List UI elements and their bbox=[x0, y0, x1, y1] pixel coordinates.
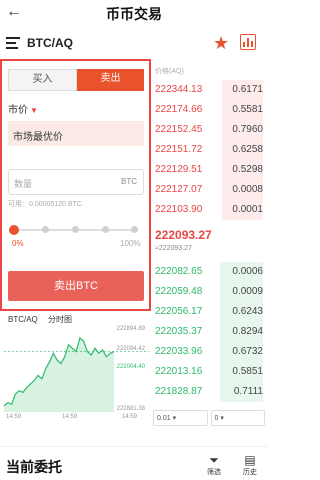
slider-step-100[interactable] bbox=[131, 226, 138, 233]
mini-price-chart[interactable]: BTC/AQ 分时图 222894.89 222094.42 222004.40… bbox=[4, 314, 149, 420]
x-axis-label: 14:59 bbox=[62, 414, 78, 420]
bid-quantity: 0.0006 bbox=[232, 266, 263, 277]
ask-quantity: 0.7960 bbox=[232, 124, 263, 135]
bid-row[interactable]: 222035.37 0.8294 bbox=[155, 322, 263, 342]
y-axis-label: 222881.38 bbox=[116, 406, 145, 412]
filter-label: 筛选 bbox=[207, 469, 221, 476]
bid-price: 222033.96 bbox=[155, 346, 203, 357]
percent-slider[interactable] bbox=[9, 225, 138, 235]
tab-buy[interactable]: 买入 bbox=[8, 69, 77, 91]
caret-down-icon: ▼ bbox=[30, 106, 38, 115]
mini-chart-pair: BTC/AQ bbox=[8, 315, 38, 324]
slider-step-75[interactable] bbox=[102, 226, 109, 233]
market-price-field: 市场最优价 bbox=[8, 121, 144, 146]
precision-select[interactable]: 0.01 ▾ bbox=[153, 410, 208, 426]
history-icon: ▤ bbox=[244, 453, 256, 467]
current-price-label: 222004.40 bbox=[116, 364, 145, 370]
top-bar: ← 币币交易 bbox=[0, 0, 268, 26]
ask-quantity: 0.5298 bbox=[232, 164, 263, 175]
ask-quantity: 0.5581 bbox=[232, 104, 263, 115]
buy-sell-tabs: 买入 卖出 bbox=[8, 69, 144, 91]
bid-row[interactable]: 222033.96 0.6732 bbox=[155, 342, 263, 362]
ask-price: 222174.66 bbox=[155, 104, 203, 115]
bid-price: 222059.48 bbox=[155, 286, 203, 297]
slider-step-50[interactable] bbox=[72, 226, 79, 233]
price-line-chart bbox=[4, 336, 149, 412]
slider-step-25[interactable] bbox=[42, 226, 49, 233]
ask-price: 222152.45 bbox=[155, 124, 203, 135]
star-icon[interactable]: ★ bbox=[213, 33, 229, 53]
bid-price: 222056.17 bbox=[155, 306, 203, 317]
ask-row[interactable]: 222151.72 0.6258 bbox=[155, 140, 263, 160]
quantity-input[interactable]: 数量 BTC bbox=[8, 169, 144, 195]
mini-chart-interval: 分时图 bbox=[48, 315, 73, 324]
ask-row[interactable]: 222127.07 0.0008 bbox=[155, 180, 263, 200]
ask-row[interactable]: 222344.13 0.6171 bbox=[155, 80, 263, 100]
price-type-selector[interactable]: 市价 ▼ bbox=[8, 101, 38, 116]
order-form: 买入 卖出 市价 ▼ 市场最优价 数量 BTC 可用：0.00005120 BTC… bbox=[0, 59, 151, 311]
ask-quantity: 0.6171 bbox=[232, 84, 263, 95]
footer-bar: 当前委托 ⏷ 筛选 ▤ 历史 bbox=[0, 446, 268, 480]
price-area-fill bbox=[4, 338, 114, 412]
open-orders-heading: 当前委托 bbox=[6, 459, 62, 475]
ask-quantity: 0.6258 bbox=[232, 144, 263, 155]
ask-price: 222129.51 bbox=[155, 164, 203, 175]
tab-sell[interactable]: 卖出 bbox=[77, 69, 144, 91]
depth-select[interactable]: 0 ▾ bbox=[210, 410, 265, 426]
page-title: 币币交易 bbox=[106, 6, 162, 22]
bid-row[interactable]: 222013.16 0.5851 bbox=[155, 362, 263, 382]
quantity-placeholder: 数量 bbox=[14, 179, 33, 189]
ask-row[interactable]: 222103.90 0.0001 bbox=[155, 200, 263, 220]
quantity-unit: BTC bbox=[121, 177, 137, 186]
ask-quantity: 0.0001 bbox=[232, 204, 263, 215]
filter-icon: ⏷ bbox=[209, 453, 219, 467]
filter-button[interactable]: ⏷ 筛选 bbox=[202, 453, 226, 477]
pair-bar: BTC/AQ ★ bbox=[0, 30, 268, 56]
last-price: 222093.27 bbox=[155, 228, 212, 242]
bid-price: 222013.16 bbox=[155, 366, 203, 377]
bid-quantity: 0.7111 bbox=[233, 386, 263, 397]
bid-price: 222082.65 bbox=[155, 266, 203, 277]
bid-price: 221828.87 bbox=[155, 386, 203, 397]
history-button[interactable]: ▤ 历史 bbox=[238, 453, 262, 477]
percent-min-label: 0% bbox=[12, 239, 24, 248]
trading-pair[interactable]: BTC/AQ bbox=[27, 36, 73, 50]
ask-quantity: 0.0008 bbox=[232, 184, 263, 195]
ask-price: 222127.07 bbox=[155, 184, 203, 195]
x-axis-label: 14:59 bbox=[6, 414, 22, 420]
bid-quantity: 0.6243 bbox=[232, 306, 263, 317]
last-price-converted: ≈222093.27 bbox=[155, 245, 192, 252]
bid-row[interactable]: 222082.65 0.0006 bbox=[155, 262, 263, 282]
bid-quantity: 0.0009 bbox=[232, 286, 263, 297]
sell-btc-button[interactable]: 卖出BTC bbox=[8, 271, 144, 301]
percent-max-label: 100% bbox=[120, 239, 141, 248]
ask-row[interactable]: 222152.45 0.7960 bbox=[155, 120, 263, 140]
ask-price: 222151.72 bbox=[155, 144, 203, 155]
bid-quantity: 0.5851 bbox=[232, 366, 263, 377]
bid-row[interactable]: 222059.48 0.0009 bbox=[155, 282, 263, 302]
orderbook-price-header: 价格(AQ) bbox=[155, 68, 184, 75]
available-balance: 可用：0.00005120 BTC bbox=[8, 201, 82, 208]
orderbook-controls: 0.01 ▾ 0 ▾ bbox=[153, 410, 265, 426]
ask-row[interactable]: 222174.66 0.5581 bbox=[155, 100, 263, 120]
y-axis-label: 222894.89 bbox=[116, 326, 145, 332]
menu-icon[interactable] bbox=[6, 37, 20, 49]
bid-price: 222035.37 bbox=[155, 326, 203, 337]
bid-row[interactable]: 222056.17 0.6243 bbox=[155, 302, 263, 322]
bid-quantity: 0.8294 bbox=[232, 326, 263, 337]
slider-knob[interactable] bbox=[9, 225, 19, 235]
history-label: 历史 bbox=[243, 469, 257, 476]
price-type-label: 市价 bbox=[8, 105, 28, 116]
x-axis-label: 14:59 bbox=[122, 414, 138, 420]
chart-icon[interactable] bbox=[240, 34, 256, 50]
ask-price: 222103.90 bbox=[155, 204, 203, 215]
ask-price: 222344.13 bbox=[155, 84, 203, 95]
bid-quantity: 0.6732 bbox=[232, 346, 263, 357]
ask-row[interactable]: 222129.51 0.5298 bbox=[155, 160, 263, 180]
bid-row[interactable]: 221828.87 0.7111 bbox=[155, 382, 263, 402]
y-axis-label: 222094.42 bbox=[116, 346, 145, 352]
